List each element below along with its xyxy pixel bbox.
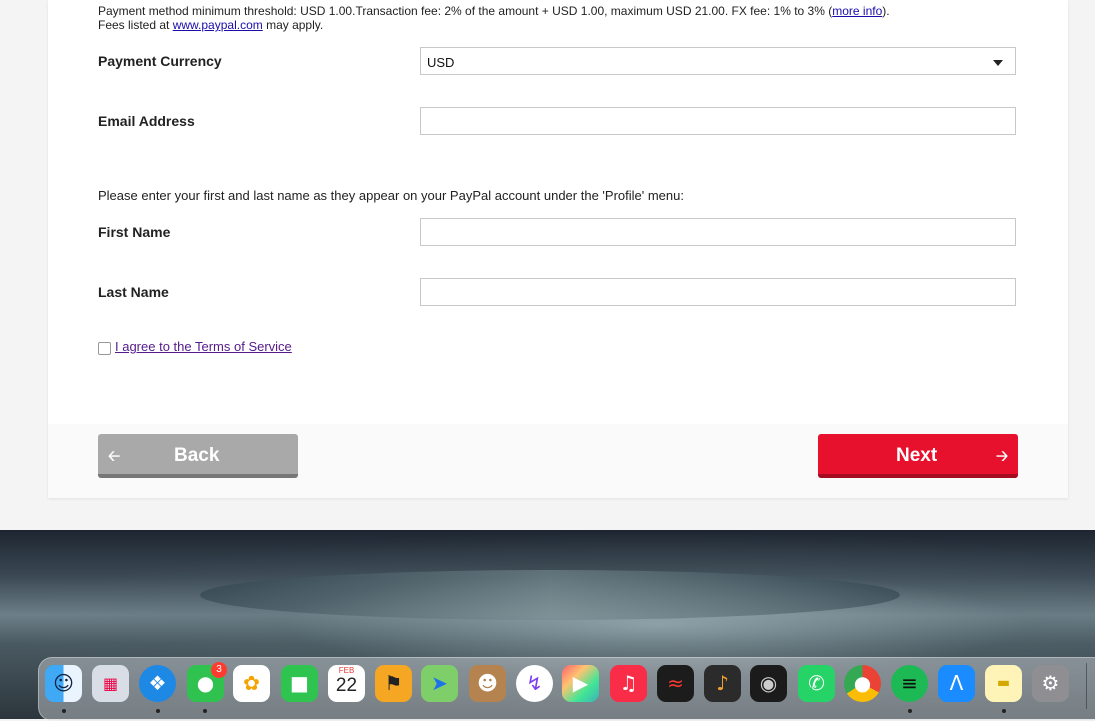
chevron-down-icon [993, 60, 1003, 66]
messages-running-dot [203, 709, 207, 713]
gear-icon: ⚙ [1041, 671, 1060, 695]
disc-icon: ◉ [759, 671, 778, 695]
finder-icon[interactable]: ☺ [45, 665, 82, 702]
compass-icon: ❖ [148, 671, 167, 695]
messenger-icon[interactable]: ↯ [516, 665, 553, 702]
threshold-info: Payment method minimum threshold: USD 1.… [98, 4, 890, 32]
next-button-label: Next [896, 445, 938, 466]
arrow-right-icon: 🡢 [996, 448, 1009, 465]
last-name-field[interactable] [420, 278, 1016, 306]
tos-link[interactable]: I agree to the Terms of Service [115, 339, 292, 354]
location-arrow-icon: ➤ [431, 671, 448, 695]
chrome-center-icon: ● [853, 671, 872, 695]
safari-icon[interactable]: ❖ [139, 665, 176, 702]
calendar-icon[interactable]: FEB 22 [328, 665, 365, 702]
spotify-running-dot [908, 709, 912, 713]
back-button-label: Back [174, 445, 220, 466]
maps-icon[interactable]: ➤ [421, 665, 458, 702]
sound-waves-icon: ≡ [901, 671, 918, 695]
fees-suffix: may apply. [262, 18, 324, 32]
whatsapp-icon[interactable]: ✆ [798, 665, 835, 702]
guitar-shape-icon: ♪ [716, 671, 729, 695]
finder-face-icon: ☺ [53, 671, 74, 695]
threshold-text: Payment method minimum threshold: USD 1.… [98, 4, 833, 18]
last-name-label: Last Name [98, 284, 169, 300]
grid-icon: ▦ [102, 674, 119, 693]
lightning-bubble-icon: ↯ [526, 671, 543, 695]
spotify-icon[interactable]: ≡ [891, 665, 928, 702]
currency-label: Payment Currency [98, 53, 222, 69]
music-note-icon: ♫ [619, 671, 638, 695]
wallpaper-river [200, 570, 900, 620]
threshold-close: ). [882, 4, 890, 18]
name-instructions: Please enter your first and last name as… [98, 188, 684, 203]
notes-running-dot [1002, 709, 1006, 713]
facetime-icon[interactable]: ■ [281, 665, 318, 702]
contacts-icon[interactable]: ☻ [469, 665, 506, 702]
currency-value: USD [427, 55, 455, 70]
app-store-icon[interactable]: Λ [938, 665, 975, 702]
first-name-field[interactable] [420, 218, 1016, 246]
clapper-icon: ▶ [572, 671, 589, 695]
dock-divider [1086, 663, 1087, 709]
logic-icon[interactable]: ◉ [750, 665, 787, 702]
arrow-left-icon: 🡠 [108, 448, 121, 465]
waveform-icon: ≈ [667, 671, 684, 695]
lines-icon: ▬ [996, 675, 1011, 691]
finder-running-dot [62, 709, 66, 713]
photos-icon[interactable]: ✿ [233, 665, 270, 702]
person-icon: ☻ [477, 671, 498, 695]
email-label: Email Address [98, 113, 195, 129]
guitar-icon[interactable]: ♪ [704, 665, 741, 702]
a-letter-icon: Λ [949, 671, 964, 695]
safari-running-dot [156, 709, 160, 713]
back-button[interactable]: 🡠 Back [98, 434, 298, 478]
final-cut-pro-icon[interactable]: ▶ [562, 665, 599, 702]
tos-checkbox[interactable] [98, 342, 111, 355]
last-name-input[interactable] [421, 279, 1015, 305]
system-settings-icon[interactable]: ⚙ [1032, 665, 1069, 702]
first-name-input[interactable] [421, 219, 1015, 245]
flower-icon: ✿ [243, 671, 260, 695]
calendar-month: FEB [338, 666, 355, 675]
email-field[interactable] [420, 107, 1016, 135]
first-name-label: First Name [98, 224, 171, 240]
garageband-stage-icon[interactable]: ⚑ [375, 665, 412, 702]
voice-memos-icon[interactable]: ≈ [657, 665, 694, 702]
messages-badge: 3 [211, 662, 227, 678]
chrome-icon[interactable]: ● [844, 665, 881, 702]
phone-bubble-icon: ✆ [808, 671, 825, 695]
music-icon[interactable]: ♫ [610, 665, 647, 702]
calendar-day: 22 [335, 675, 358, 696]
fees-prefix: Fees listed at [98, 18, 173, 32]
paypal-link[interactable]: www.paypal.com [173, 18, 263, 32]
more-info-link[interactable]: more info [832, 4, 882, 18]
next-button[interactable]: Next 🡢 [818, 434, 1018, 478]
email-input[interactable] [421, 108, 1015, 134]
launchpad-icon[interactable]: ▦ [92, 665, 129, 702]
currency-select[interactable]: USD [420, 47, 1016, 75]
notes-icon[interactable]: ▬ [985, 665, 1022, 702]
figure-icon: ⚑ [384, 671, 403, 695]
camera-icon: ■ [290, 671, 309, 695]
